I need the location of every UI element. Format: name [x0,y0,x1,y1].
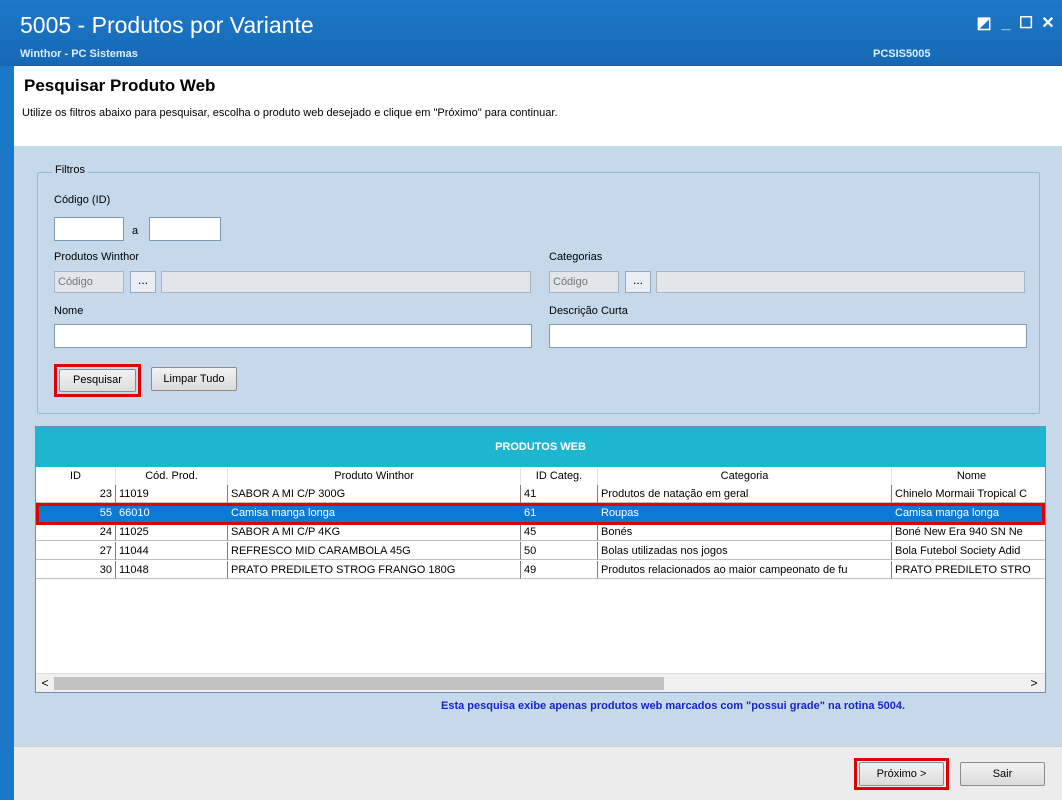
page-description: Utilize os filtros abaixo para pesquisar… [22,107,558,119]
search-button[interactable]: Pesquisar [59,369,136,392]
descricao-curta-input[interactable] [549,324,1027,348]
column-header[interactable]: Produto Winthor [228,467,521,485]
categorias-label: Categorias [549,251,603,263]
codigo-from-input[interactable] [54,217,124,241]
column-header[interactable]: Cód. Prod. [116,467,228,485]
exit-button[interactable]: Sair [960,762,1045,786]
column-header[interactable]: ID Categ. [521,467,598,485]
column-header[interactable]: ID [36,467,116,485]
column-header[interactable]: Nome [892,467,1045,485]
table-cell: 30 [36,561,116,579]
maximize-button[interactable]: ☐ [1016,14,1036,34]
nome-label: Nome [54,305,84,317]
scroll-left-icon[interactable]: < [37,675,53,692]
produto-winthor-description [161,271,531,293]
table-cell: Boné New Era 940 SN Ne [892,523,1045,541]
nome-input[interactable] [54,324,532,348]
table-cell: PRATO PREDILETO STROG FRANGO 180G [228,561,521,579]
products-grid: PRODUTOS WEB ID Cód. Prod. Produto Winthor… [35,426,1046,693]
codigo-to-input[interactable] [149,217,221,241]
scroll-thumb[interactable] [54,677,664,690]
grid-title: PRODUTOS WEB [36,427,1045,467]
vendor-label: Winthor - PC Sistemas [20,48,138,60]
horizontal-scrollbar[interactable]: < > [36,673,1045,692]
codigo-label: Código (ID) [54,194,111,206]
page-header: Pesquisar Produto Web Utilize os filtros… [14,66,1062,146]
page-title: Pesquisar Produto Web [24,76,216,95]
clear-all-button[interactable]: Limpar Tudo [151,367,237,391]
window-title: 5005 - Produtos por Variante [20,12,314,38]
produto-winthor-code-input[interactable] [54,271,124,293]
close-button[interactable]: ✕ [1038,14,1058,34]
highlight-selected-row [36,503,1045,525]
produto-winthor-lookup-button[interactable]: ... [130,271,156,293]
table-cell: SABOR A MI C/P 300G [228,485,521,503]
table-cell: 49 [521,561,598,579]
table-cell: 11019 [116,485,228,503]
restore-icon[interactable]: ◩ [974,14,994,34]
table-cell: Bolas utilizadas nos jogos [598,542,892,560]
footer-bar: Próximo > Sair [14,746,1062,800]
categoria-lookup-button[interactable]: ... [625,271,651,293]
table-cell: 11025 [116,523,228,541]
scroll-right-icon[interactable]: > [1026,675,1042,692]
table-cell: REFRESCO MID CARAMBOLA 45G [228,542,521,560]
table-cell: SABOR A MI C/P 4KG [228,523,521,541]
table-cell: 50 [521,542,598,560]
table-cell: Chinelo Mormaii Tropical C [892,485,1045,503]
table-cell: 45 [521,523,598,541]
column-header[interactable]: Categoria [598,467,892,485]
info-note: Esta pesquisa exibe apenas produtos web … [441,700,906,712]
next-button[interactable]: Próximo > [859,762,944,786]
title-bar: 5005 - Produtos por Variante Winthor - P… [0,0,1062,66]
produtos-winthor-label: Produtos Winthor [54,251,139,263]
filters-legend: Filtros [52,164,88,176]
table-cell: Produtos relacionados ao maior campeonat… [598,561,892,579]
table-row[interactable]: 30 11048 PRATO PREDILETO STROG FRANGO 180G… [36,561,1045,579]
table-cell: 11048 [116,561,228,579]
descricao-curta-label: Descrição Curta [549,305,628,317]
table-cell: 23 [36,485,116,503]
dialog-content: Pesquisar Produto Web Utilize os filtros… [14,66,1062,800]
routine-code: PCSIS5005 [873,48,931,60]
table-cell: 27 [36,542,116,560]
table-cell: PRATO PREDILETO STRO [892,561,1045,579]
main-panel: Filtros Código (ID) a Produtos Winthor .… [14,146,1062,746]
table-row[interactable]: 23 11019 SABOR A MI C/P 300G 41 Produtos de … [36,485,1045,503]
table-cell: 41 [521,485,598,503]
table-cell: Bola Futebol Society Adid [892,542,1045,560]
table-cell: Produtos de natação em geral [598,485,892,503]
table-cell: Bonés [598,523,892,541]
filters-group: Filtros Código (ID) a Produtos Winthor .… [37,164,1040,414]
table-cell: 11044 [116,542,228,560]
table-row[interactable]: 27 11044 REFRESCO MID CARAMBOLA 45G 50 Bolas… [36,542,1045,560]
categoria-description [656,271,1025,293]
categoria-code-input[interactable] [549,271,619,293]
minimize-button[interactable]: _ [996,14,1016,34]
range-separator: a [132,225,139,237]
table-row[interactable]: 24 11025 SABOR A MI C/P 4KG 45 Bonés Boné New… [36,523,1045,541]
table-cell: 24 [36,523,116,541]
